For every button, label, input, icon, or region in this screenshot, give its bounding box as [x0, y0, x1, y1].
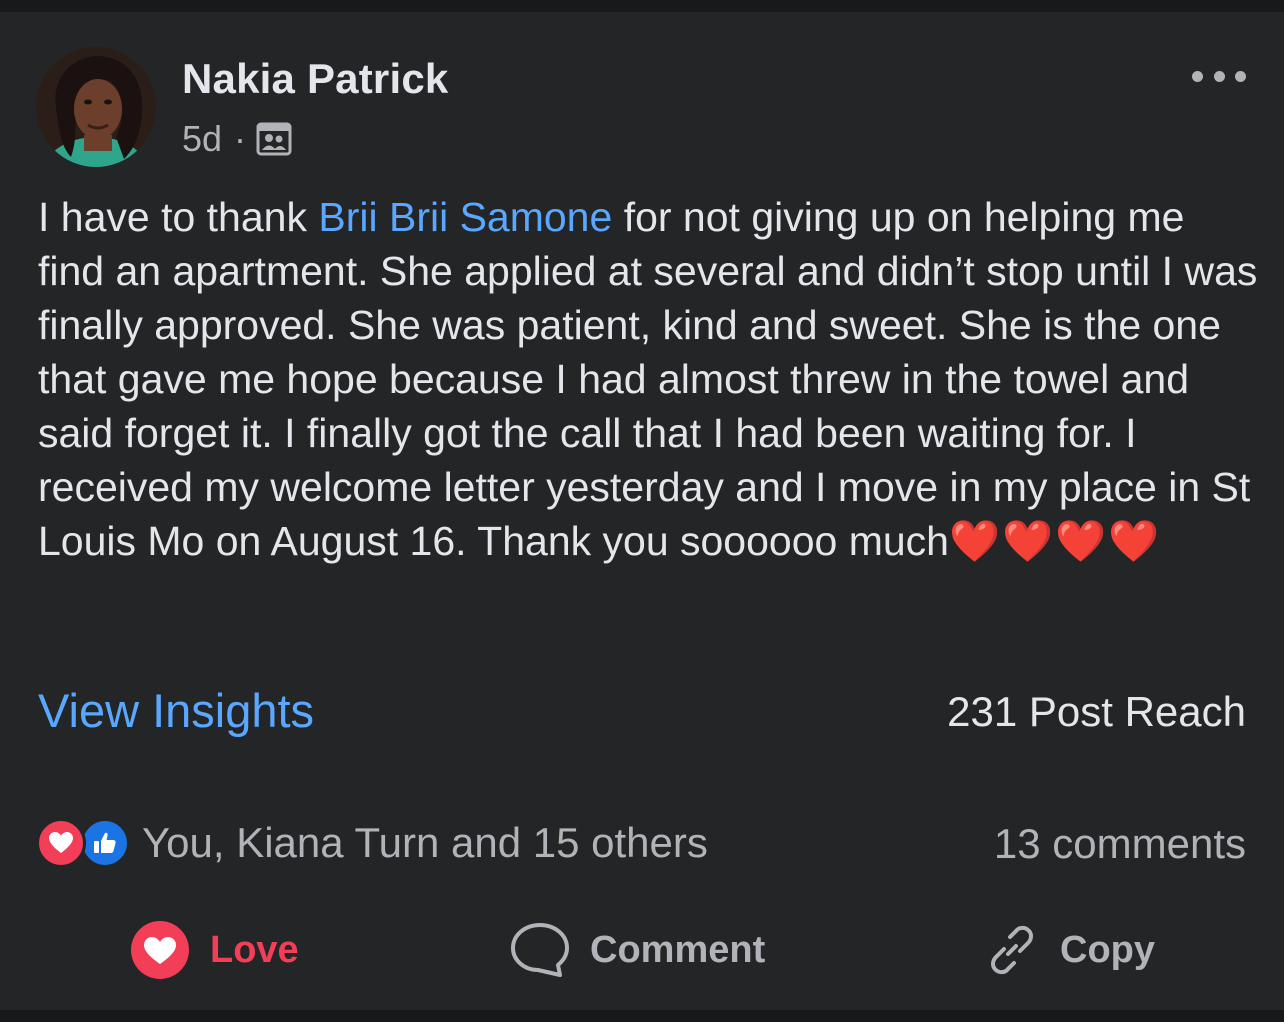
love-button[interactable]: Love — [130, 915, 299, 985]
like-reaction-icon — [80, 818, 130, 868]
link-icon — [991, 925, 1033, 975]
post-meta: 5d · — [182, 118, 292, 160]
more-options-icon[interactable] — [1192, 66, 1246, 86]
bottom-divider — [0, 1010, 1284, 1022]
comment-icon — [511, 923, 569, 977]
love-icon — [131, 921, 189, 979]
action-bar: Love Comment Copy — [0, 915, 1284, 985]
comments-count[interactable]: 13 comments — [994, 820, 1246, 868]
post-time[interactable]: 5d — [182, 118, 222, 160]
comment-button[interactable]: Comment — [510, 915, 765, 985]
view-insights-link[interactable]: View Insights — [38, 683, 314, 738]
love-reaction-icon — [36, 818, 86, 868]
copy-button[interactable]: Copy — [984, 915, 1155, 985]
friends-icon[interactable] — [256, 121, 292, 157]
comment-label: Comment — [590, 928, 766, 971]
reaction-summary[interactable]: You, Kiana Turn and 15 others — [36, 818, 708, 868]
author-name[interactable]: Nakia Patrick — [182, 55, 448, 103]
more-dot — [1213, 70, 1225, 82]
heart-emojis: ❤️❤️❤️❤️ — [948, 518, 1162, 564]
reaction-names[interactable]: You, Kiana Turn and 15 others — [142, 819, 708, 867]
more-dot — [1192, 70, 1203, 82]
mention-link[interactable]: Brii Brii Samone — [318, 194, 612, 240]
love-label: Love — [210, 928, 299, 971]
post-body: I have to thank Brii Brii Samone for not… — [38, 190, 1258, 568]
meta-separator: · — [234, 118, 247, 159]
post-body-intro: I have to thank — [38, 194, 319, 240]
post-reach: 231 Post Reach — [947, 688, 1246, 735]
copy-label: Copy — [1060, 928, 1155, 971]
more-dot — [1235, 70, 1246, 82]
avatar[interactable] — [36, 47, 156, 167]
top-divider — [0, 0, 1284, 12]
post-body-rest: for not giving up on helping me find an … — [38, 194, 1258, 564]
